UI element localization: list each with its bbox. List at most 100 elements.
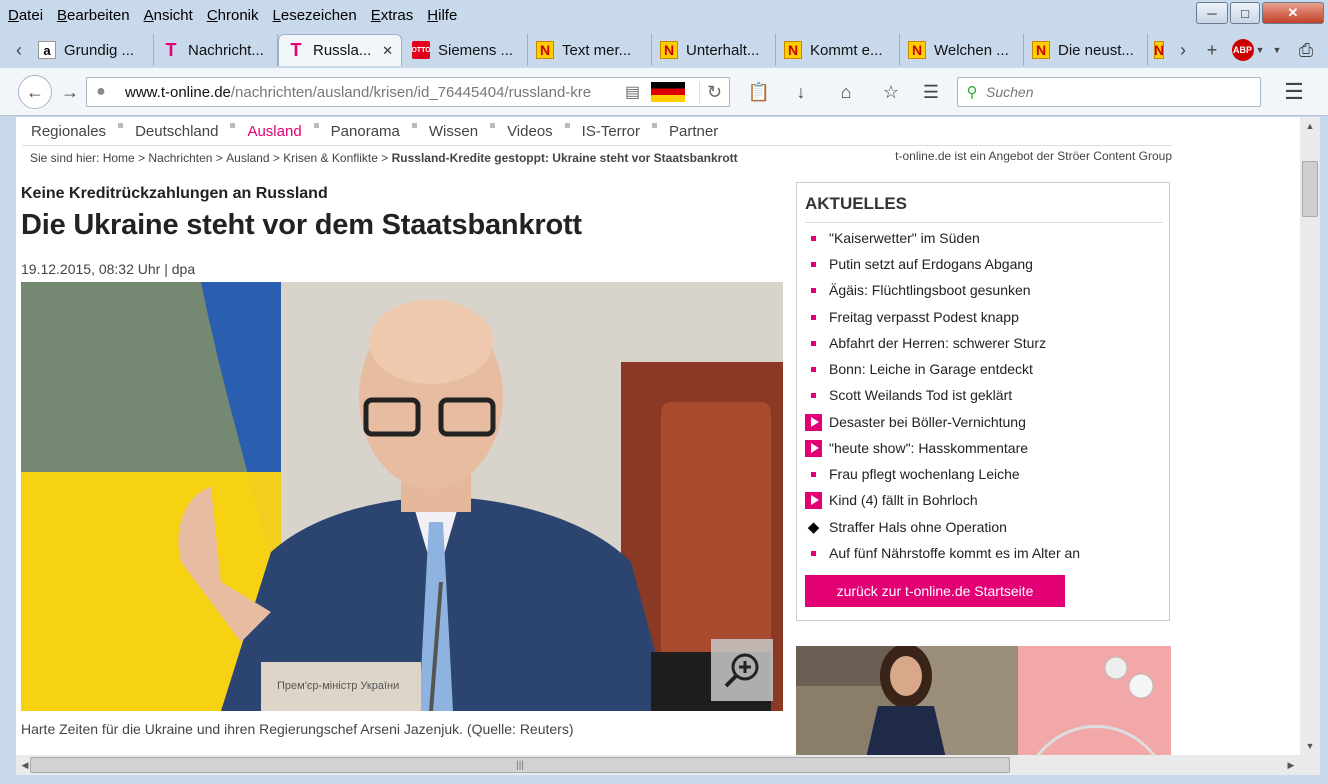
dropdown-icon: ▼: [1255, 45, 1265, 55]
menu-chronik[interactable]: Chronik: [207, 7, 259, 24]
close-window-button[interactable]: ✕: [1262, 2, 1324, 24]
news-item[interactable]: Bonn: Leiche in Garage entdeckt: [805, 357, 1155, 381]
scroll-thumb[interactable]: |||: [30, 757, 1010, 773]
tab-grundig[interactable]: a Grundig ...: [30, 34, 154, 66]
tab-nachrichten[interactable]: T Nachricht...: [154, 34, 278, 66]
nav-deutschland[interactable]: Deutschland: [135, 123, 218, 140]
nav-panorama[interactable]: Panorama: [331, 123, 400, 140]
nav-separator: [118, 123, 124, 128]
news-item[interactable]: Frau pflegt wochenlang Leiche: [805, 462, 1155, 486]
reader-view-icon[interactable]: ▤: [625, 82, 651, 102]
news-item[interactable]: ◆ Straffer Hals ohne Operation: [805, 515, 1155, 539]
nav-videos[interactable]: Videos: [507, 123, 553, 140]
scroll-right-arrow[interactable]: ▶: [1282, 755, 1300, 775]
bullet-icon: [811, 261, 816, 267]
minimize-button[interactable]: ─: [1196, 2, 1228, 24]
diamond-icon: ◆: [807, 519, 820, 536]
nav-regionales[interactable]: Regionales: [31, 123, 106, 140]
tab-text-mer[interactable]: N Text mer...: [528, 34, 652, 66]
photo-illustration: Прем'єр-міністр України: [21, 282, 783, 711]
news-item[interactable]: Desaster bei Böller-Vernichtung: [805, 410, 1155, 434]
news-item[interactable]: Abfahrt der Herren: schwerer Sturz: [805, 331, 1155, 355]
tab-label: Welchen ...: [934, 41, 1009, 59]
tab-label: Russla...: [313, 42, 372, 59]
reload-icon[interactable]: ↻: [699, 81, 729, 103]
menu-ansicht[interactable]: Ansicht: [144, 7, 193, 24]
forward-button[interactable]: →: [56, 78, 84, 106]
arrow-left-icon: ←: [26, 81, 44, 102]
tab-close-icon[interactable]: ✕: [382, 43, 393, 59]
breadcrumb-prefix: Sie sind hier:: [30, 150, 100, 165]
tabs-scroll-right-button[interactable]: ›: [1172, 36, 1194, 64]
adblock-button[interactable]: ABP ▼: [1228, 36, 1268, 64]
news-item[interactable]: Auf fünf Nährstoffe kommt es im Alter an: [805, 541, 1155, 565]
tab-die-neusten[interactable]: N Die neust...: [1024, 34, 1148, 66]
news-item-label: Abfahrt der Herren: schwerer Sturz: [829, 335, 1047, 351]
divider: [805, 222, 1163, 223]
article-photo[interactable]: Прем'єр-міністр України: [21, 282, 783, 711]
zoom-button[interactable]: [711, 639, 773, 701]
download-icon: ↓: [796, 81, 806, 102]
home-button[interactable]: ⌂: [832, 78, 860, 106]
menu-hilfe[interactable]: Hilfe: [427, 7, 457, 24]
tab-russland[interactable]: T Russla... ✕: [278, 34, 402, 66]
menu-lesezeichen[interactable]: Lesezeichen: [273, 7, 357, 24]
new-tab-button[interactable]: +: [1198, 36, 1226, 64]
back-to-homepage-button[interactable]: zurück zur t-online.de Startseite: [805, 575, 1065, 607]
tab-label: Nachricht...: [188, 41, 264, 59]
nav-wissen[interactable]: Wissen: [429, 123, 478, 140]
tab-welchen[interactable]: N Welchen ...: [900, 34, 1024, 66]
print-button[interactable]: ⎙: [1292, 36, 1320, 64]
search-icon: ⚲: [966, 84, 978, 101]
maximize-button[interactable]: □: [1230, 2, 1260, 24]
clipboard-button[interactable]: 📋: [745, 78, 773, 106]
menu-bearbeiten[interactable]: Bearbeiten: [57, 7, 130, 24]
nameplate-text: Прем'єр-міністр України: [277, 680, 399, 692]
tab-overflow[interactable]: N: [1148, 34, 1170, 66]
hamburger-menu-button[interactable]: ☰: [1280, 78, 1308, 106]
news-item[interactable]: Scott Weilands Tod ist geklärt: [805, 383, 1155, 407]
news-item[interactable]: "heute show": Hasskommentare: [805, 436, 1155, 460]
bookmarks-menu-button[interactable]: ☰: [917, 78, 945, 106]
advertisement[interactable]: [796, 646, 1171, 755]
vertical-scrollbar[interactable]: ▲ ▼: [1300, 117, 1320, 755]
menu-bar: Datei Bearbeiten Ansicht Chronik Lesezei…: [0, 0, 1190, 30]
news-item[interactable]: Putin setzt auf Erdogans Abgang: [805, 252, 1155, 276]
tab-siemens[interactable]: OTTO Siemens ...: [404, 34, 528, 66]
tab-kommt[interactable]: N Kommt e...: [776, 34, 900, 66]
nav-partner[interactable]: Partner: [669, 123, 718, 140]
url-bar[interactable]: ● www.t-online.de/nachrichten/ausland/kr…: [86, 77, 730, 107]
downloads-button[interactable]: ↓: [787, 78, 815, 106]
menu-datei[interactable]: Datei: [8, 7, 43, 24]
scroll-thumb[interactable]: [1302, 161, 1318, 217]
bullet-icon: [811, 392, 816, 398]
nav-ausland[interactable]: Ausland: [247, 123, 301, 140]
breadcrumb-nachrichten[interactable]: Nachrichten: [148, 151, 212, 165]
zoom-in-icon: [724, 653, 759, 688]
news-item[interactable]: Kind (4) fällt in Bohrloch: [805, 488, 1155, 512]
telekom-icon: T: [165, 39, 177, 60]
news-item-label: Straffer Hals ohne Operation: [829, 519, 1007, 535]
breadcrumb-ausland[interactable]: Ausland: [226, 151, 269, 165]
close-icon: ✕: [1287, 5, 1299, 20]
plus-icon: +: [1206, 39, 1218, 60]
tabs-scroll-left-button[interactable]: ‹: [8, 36, 30, 64]
menu-extras[interactable]: Extras: [371, 7, 414, 24]
breadcrumb-home[interactable]: Home: [103, 151, 135, 165]
horizontal-scrollbar[interactable]: ◀ ||| ▶: [16, 755, 1320, 775]
scroll-down-arrow[interactable]: ▼: [1300, 737, 1320, 755]
news-item[interactable]: Freitag verpasst Podest knapp: [805, 305, 1155, 329]
tab-list-button[interactable]: ▼: [1268, 36, 1286, 64]
scroll-up-arrow[interactable]: ▲: [1300, 117, 1320, 135]
news-item-label: Kind (4) fällt in Bohrloch: [829, 492, 978, 508]
germany-flag-icon: [651, 82, 685, 102]
back-button[interactable]: ←: [18, 75, 52, 109]
nav-is-terror[interactable]: IS-Terror: [582, 123, 640, 140]
bookmark-button[interactable]: ☆: [877, 78, 905, 106]
tab-unterhaltung[interactable]: N Unterhalt...: [652, 34, 776, 66]
search-input[interactable]: ⚲ Suchen: [957, 77, 1261, 107]
news-item[interactable]: "Kaiserwetter" im Süden: [805, 226, 1155, 250]
news-item[interactable]: Ägäis: Flüchtlingsboot gesunken: [805, 278, 1155, 302]
news-item-label: "heute show": Hasskommentare: [829, 440, 1029, 456]
breadcrumb-krisen[interactable]: Krisen & Konflikte: [283, 151, 378, 165]
